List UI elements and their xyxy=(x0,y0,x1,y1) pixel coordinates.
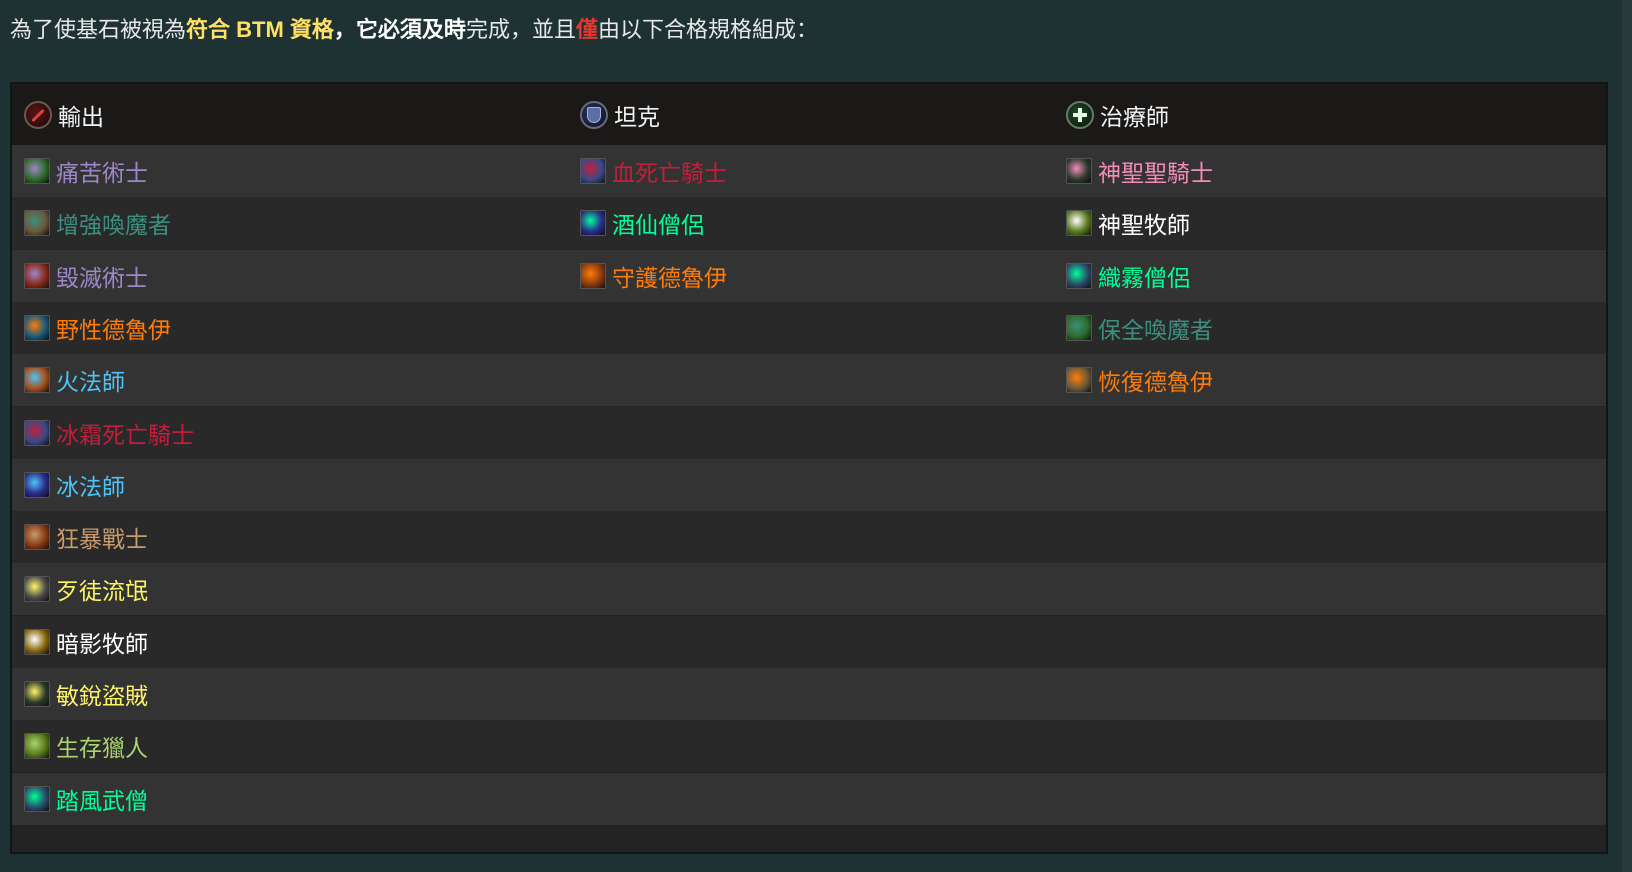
holy-paladin-icon xyxy=(1066,158,1092,184)
spec-label[interactable]: 保全喚魔者 xyxy=(1098,311,1213,345)
shadow-priest-icon xyxy=(24,628,50,655)
spec-cell-healer: 織霧僧侶 xyxy=(1066,250,1190,302)
table-row: 毀滅術士 守護德魯伊 織霧僧侶 xyxy=(12,249,1606,302)
intro-only: 僅 xyxy=(575,17,598,42)
spec-cell-dps: 痛苦術士 xyxy=(24,145,148,197)
brewmaster-monk-icon xyxy=(580,210,606,237)
affliction-warlock-icon xyxy=(24,158,50,184)
windwalker-monk-icon xyxy=(24,785,50,812)
spec-label[interactable]: 冰霜死亡騎士 xyxy=(56,416,194,450)
intro-part3: 由以下合格規格組成： xyxy=(597,17,818,42)
table-row: 冰法師 xyxy=(12,458,1606,511)
intro-text: 為了使基石被視為符合 BTM 資格，它必須及時完成，並且僅由以下合格規格組成： xyxy=(10,16,818,44)
spec-label[interactable]: 火法師 xyxy=(56,363,125,397)
feral-druid-icon xyxy=(24,314,50,341)
spec-label[interactable]: 踏風武僧 xyxy=(56,782,148,816)
restoration-druid-icon xyxy=(1066,367,1092,394)
spec-cell-dps: 狂暴戰士 xyxy=(24,511,148,563)
spec-label[interactable]: 暗影牧師 xyxy=(56,625,148,659)
intro-must-on-time: 它必須及時 xyxy=(355,17,466,42)
spec-cell-dps: 野性德魯伊 xyxy=(24,302,171,354)
table-row: 敏銳盜賊 xyxy=(12,668,1606,720)
spec-cell-healer: 神聖牧師 xyxy=(1066,197,1190,249)
spec-cell-tank: 守護德魯伊 xyxy=(580,250,727,302)
table-row: 增強喚魔者 酒仙僧侶 神聖牧師 xyxy=(12,197,1606,250)
table-header: 輸出 坦克 治療師 xyxy=(12,84,1606,145)
spec-label[interactable]: 冰法師 xyxy=(56,468,125,502)
spec-label[interactable]: 敏銳盜賊 xyxy=(56,677,148,711)
spec-label[interactable]: 酒仙僧侶 xyxy=(612,206,704,240)
fury-warrior-icon xyxy=(24,524,50,551)
guardian-druid-icon xyxy=(580,262,606,289)
header-tank-label: 坦克 xyxy=(614,104,660,130)
healer-role-icon xyxy=(1066,101,1094,129)
intro-part2: 完成，並且 xyxy=(465,17,576,42)
spec-cell-dps: 毀滅術士 xyxy=(24,250,148,302)
spec-label[interactable]: 狂暴戰士 xyxy=(56,520,148,554)
spec-cell-dps: 冰法師 xyxy=(24,459,125,511)
spec-cell-dps: 冰霜死亡騎士 xyxy=(24,407,194,459)
spec-label[interactable]: 神聖牧師 xyxy=(1098,206,1190,240)
spec-label[interactable]: 歹徒流氓 xyxy=(56,572,148,606)
intro-comma: ， xyxy=(333,17,356,42)
spec-cell-dps: 生存獵人 xyxy=(24,720,148,772)
table-row: 歹徒流氓 xyxy=(12,563,1606,616)
augmentation-evoker-icon xyxy=(24,210,50,237)
frost-mage-icon xyxy=(24,471,50,498)
mistweaver-monk-icon xyxy=(1066,262,1092,289)
header-healer: 治療師 xyxy=(1066,100,1169,130)
spec-table: 輸出 坦克 治療師 痛苦術士 血死亡騎士 神聖聖騎士增強喚魔者 酒仙僧侶 神聖牧師毀滅術… xyxy=(10,82,1608,854)
spec-label[interactable]: 增強喚魔者 xyxy=(56,206,171,240)
table-row: 冰霜死亡騎士 xyxy=(12,406,1606,459)
spec-cell-dps: 暗影牧師 xyxy=(24,616,148,668)
survival-hunter-icon xyxy=(24,733,50,760)
spec-label[interactable]: 血死亡騎士 xyxy=(612,154,727,188)
table-row: 狂暴戰士 xyxy=(12,511,1606,564)
preservation-evoker-icon xyxy=(1066,314,1092,341)
spec-label[interactable]: 毀滅術士 xyxy=(56,259,148,293)
table-row: 生存獵人 xyxy=(12,720,1606,773)
header-dps-label: 輸出 xyxy=(58,104,104,130)
spec-cell-healer: 恢復德魯伊 xyxy=(1066,354,1213,406)
dps-role-icon xyxy=(24,101,52,129)
spec-cell-dps: 敏銳盜賊 xyxy=(24,668,148,720)
spec-cell-healer: 神聖聖騎士 xyxy=(1066,145,1213,197)
spec-cell-healer: 保全喚魔者 xyxy=(1066,302,1213,354)
subtlety-rogue-icon xyxy=(24,681,50,707)
spec-label[interactable]: 痛苦術士 xyxy=(56,154,148,188)
frost-death-knight-icon xyxy=(24,419,50,446)
table-row: 火法師 恢復德魯伊 xyxy=(12,354,1606,407)
spec-cell-tank: 酒仙僧侶 xyxy=(580,197,704,249)
spec-cell-dps: 歹徒流氓 xyxy=(24,563,148,615)
table-row: 暗影牧師 xyxy=(12,615,1606,668)
blood-death-knight-icon xyxy=(580,158,606,184)
outlaw-rogue-icon xyxy=(24,576,50,603)
spec-cell-dps: 增強喚魔者 xyxy=(24,197,171,249)
tank-role-icon xyxy=(580,101,608,129)
header-healer-label: 治療師 xyxy=(1100,104,1169,130)
page-scrollbar[interactable] xyxy=(1622,0,1632,872)
spec-label[interactable]: 野性德魯伊 xyxy=(56,311,171,345)
table-row: 痛苦術士 血死亡騎士 神聖聖騎士 xyxy=(12,145,1606,197)
spec-label[interactable]: 守護德魯伊 xyxy=(612,259,727,293)
spec-cell-dps: 踏風武僧 xyxy=(24,773,148,825)
spec-cell-dps: 火法師 xyxy=(24,354,125,406)
header-tank: 坦克 xyxy=(580,100,660,130)
table-row: 踏風武僧 xyxy=(12,772,1606,825)
spec-label[interactable]: 生存獵人 xyxy=(56,729,148,763)
spec-label[interactable]: 神聖聖騎士 xyxy=(1098,154,1213,188)
fire-mage-icon xyxy=(24,367,50,394)
header-dps: 輸出 xyxy=(24,100,104,130)
intro-part1: 為了使基石被視為 xyxy=(10,17,187,42)
spec-cell-tank: 血死亡騎士 xyxy=(580,145,727,197)
spec-label[interactable]: 恢復德魯伊 xyxy=(1098,363,1213,397)
intro-qualify: 符合 BTM 資格 xyxy=(186,17,334,42)
destruction-warlock-icon xyxy=(24,262,50,289)
holy-priest-icon xyxy=(1066,210,1092,237)
spec-label[interactable]: 織霧僧侶 xyxy=(1098,259,1190,293)
table-row: 野性德魯伊 保全喚魔者 xyxy=(12,301,1606,354)
